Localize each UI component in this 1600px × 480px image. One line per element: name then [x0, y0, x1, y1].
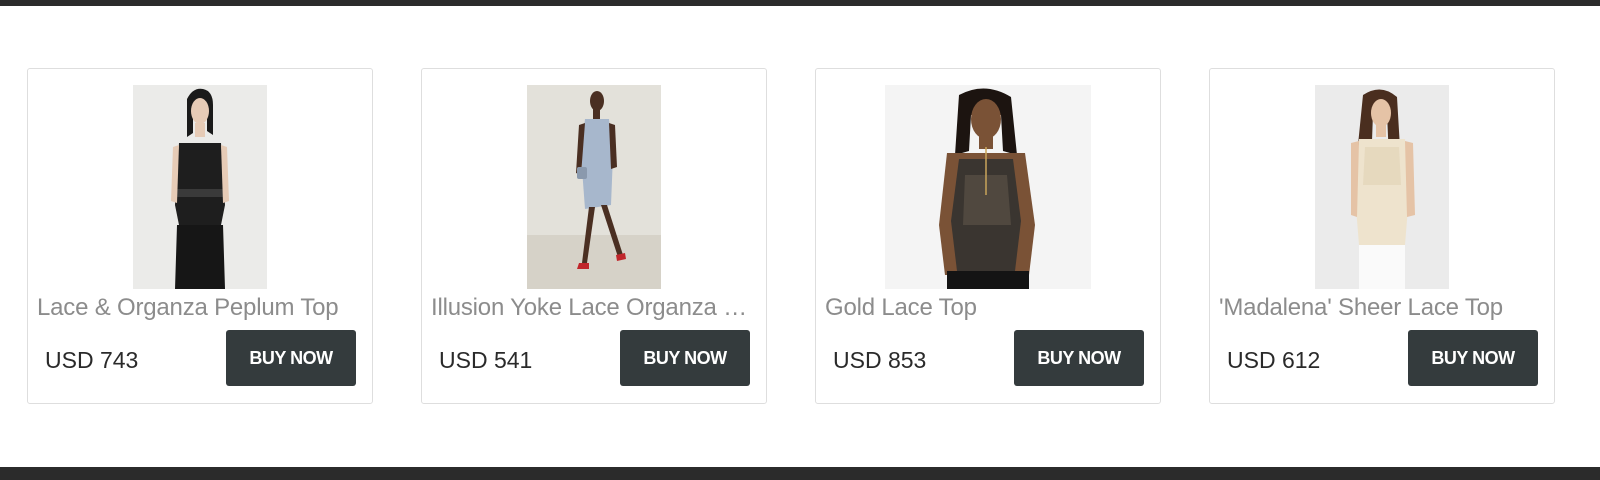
- buy-now-button[interactable]: BUY NOW: [620, 330, 750, 386]
- product-card: 'Madalena' Sheer Lace Top USD 612 BUY NO…: [1209, 68, 1555, 404]
- woman-black-peplum-top-photo[interactable]: [133, 85, 267, 289]
- product-price: USD 853: [833, 347, 927, 373]
- product-title[interactable]: 'Madalena' Sheer Lace Top: [1219, 293, 1545, 323]
- product-list: Lace & Organza Peplum Top USD 743 BUY NO…: [27, 68, 1555, 404]
- product-title[interactable]: Illusion Yoke Lace Organza Dress: [431, 293, 757, 323]
- product-card: Illusion Yoke Lace Organza Dress USD 541…: [421, 68, 767, 404]
- top-bar: [0, 0, 1600, 6]
- woman-gold-lace-top-photo[interactable]: [885, 85, 1091, 289]
- buy-now-button[interactable]: BUY NOW: [1408, 330, 1538, 386]
- product-card: Gold Lace Top USD 853 BUY NOW: [815, 68, 1161, 404]
- woman-cream-lace-top-photo[interactable]: [1315, 85, 1449, 289]
- product-price: USD 541: [439, 347, 533, 373]
- product-price: USD 612: [1227, 347, 1321, 373]
- product-price: USD 743: [45, 347, 139, 373]
- woman-light-blue-lace-dress-photo[interactable]: [527, 85, 661, 289]
- product-title[interactable]: Lace & Organza Peplum Top: [37, 293, 363, 323]
- bottom-bar: [0, 467, 1600, 480]
- product-card: Lace & Organza Peplum Top USD 743 BUY NO…: [27, 68, 373, 404]
- product-title[interactable]: Gold Lace Top: [825, 293, 1151, 323]
- buy-now-button[interactable]: BUY NOW: [226, 330, 356, 386]
- buy-now-button[interactable]: BUY NOW: [1014, 330, 1144, 386]
